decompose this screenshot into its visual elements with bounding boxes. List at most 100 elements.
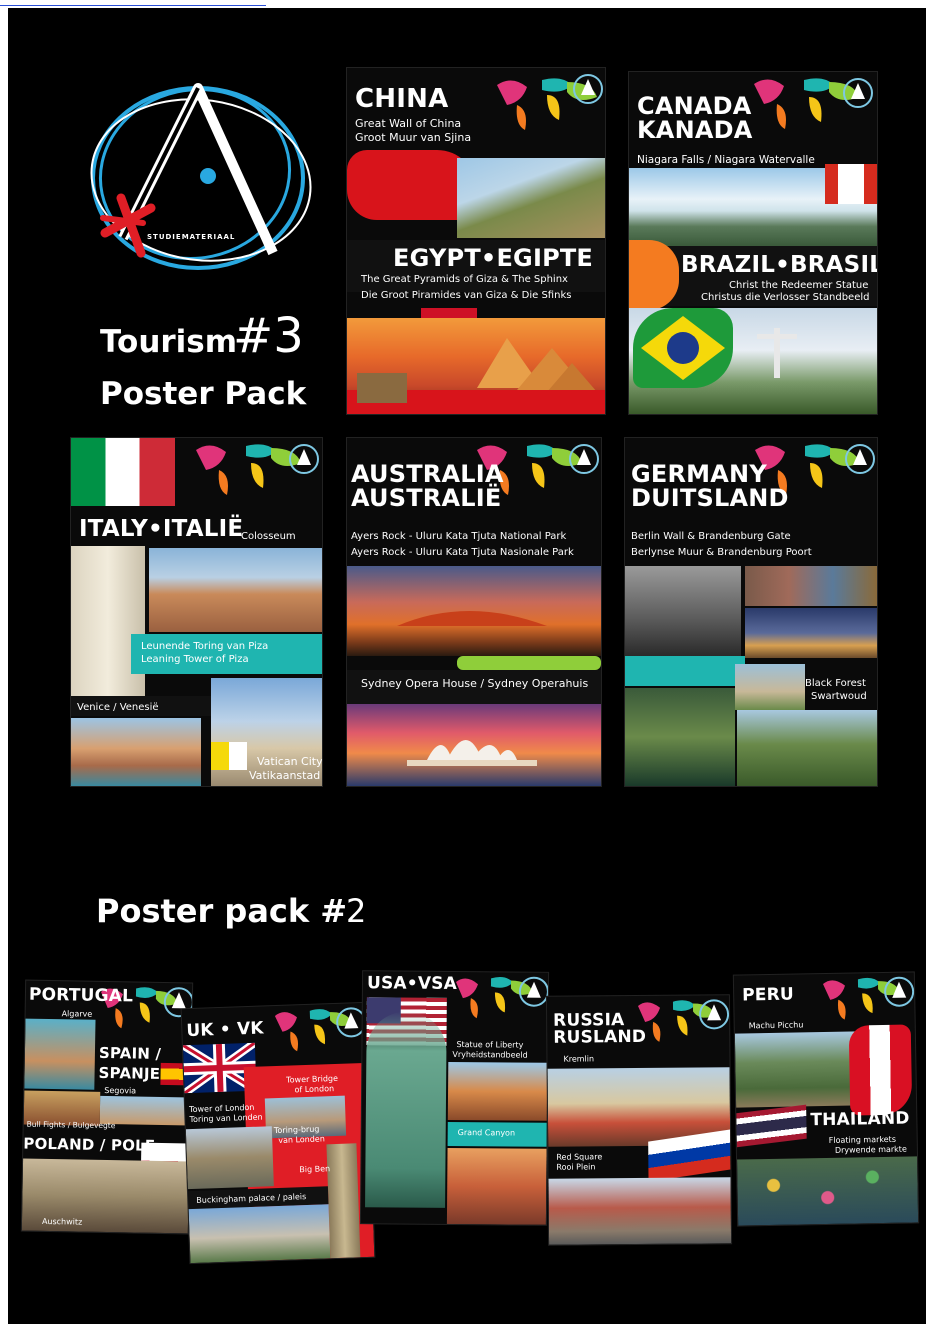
poster-caption: van Londen [278, 1134, 325, 1145]
big-ben-photo [326, 1143, 361, 1259]
poster-uk[interactable]: UK • VK Tower Bridge of London Tower of … [181, 1002, 375, 1264]
poster-germany[interactable]: GERMANY DUITSLAND Berlin Wall & Brandenb… [625, 438, 877, 786]
poster-canada-brazil[interactable]: CANADA KANADA Niagara Falls / Niagara Wa… [629, 72, 877, 414]
poster-caption: SPANJE [98, 1063, 161, 1083]
brandenburg-gate-photo [745, 608, 877, 658]
poster-caption: Die Groot Piramides van Giza & Die Sfink… [361, 290, 572, 301]
teal-band [625, 656, 745, 686]
poster-australia[interactable]: AUSTRALIA AUSTRALIË Ayers Rock - Uluru K… [347, 438, 601, 786]
poster-title: CANADA KANADA [637, 92, 753, 144]
poster-title: GERMANY DUITSLAND [631, 460, 789, 512]
tower-of-london-photo [185, 1126, 274, 1190]
poster-caption: THAILAND [810, 1108, 910, 1131]
poster-title: PORTUGAL [28, 984, 134, 1007]
uluru-photo [347, 566, 601, 656]
poster-caption: Niagara Falls / Niagara Watervalle [637, 154, 815, 166]
mini-logo-icon [569, 444, 599, 474]
poster-caption: Floating markets [828, 1134, 897, 1145]
logo-wordmark: STUDIEMATERIAAL [147, 233, 236, 241]
graffiti-wall-photo [745, 566, 877, 606]
opera-house-photo [347, 704, 601, 786]
mini-logo-icon [698, 999, 730, 1030]
poster-title: USA•VSA [366, 973, 458, 995]
poster-caption: Ayers Rock - Uluru Kata Tjuta Nasionale … [351, 547, 574, 558]
poster-caption: Grand Canyon [457, 1128, 516, 1138]
mini-logo-icon [518, 976, 549, 1007]
poster-title: RUSSIA RUSLAND [553, 1010, 647, 1048]
poster-caption: Black Forest [805, 678, 866, 689]
poster-caption: Segovia [104, 1085, 137, 1096]
poster-caption: of London [294, 1084, 335, 1095]
pack2-heading: Poster pack # [96, 892, 348, 930]
pack-subtitle: Poster Pack [100, 376, 307, 412]
poster-peru-thailand[interactable]: PERU Machu Picchu THAILAND Floating mark… [733, 972, 919, 1226]
buckingham-photo [188, 1204, 331, 1264]
poster-caption: Berlynse Muur & Brandenburg Poort [631, 547, 812, 558]
great-wall-photo [457, 158, 605, 238]
poster-title: UK • VK [186, 1018, 265, 1042]
poster-caption: Rooi Plein [556, 1162, 596, 1172]
studiemateriaal-logo: STUDIEMATERIAAL [83, 68, 313, 278]
poster-russia[interactable]: RUSSIA RUSLAND Kremlin Red Square Rooi P… [546, 995, 732, 1245]
vatican-flag [211, 742, 247, 770]
berlin-wall-photo [625, 566, 741, 656]
brazil-flag-map [633, 308, 733, 388]
poster-china-egypt[interactable]: CHINA Great Wall of China Groot Muur van… [347, 68, 605, 414]
poster-caption: Vatikaanstad [249, 769, 321, 782]
poster-caption: Bull Fights / Bulgevegte [26, 1119, 116, 1131]
mini-logo-icon [289, 444, 319, 474]
mini-logo-icon [843, 78, 873, 108]
poster-caption: Venice / Venesië [77, 702, 159, 713]
poster-title: BRAZIL•BRASILIË [681, 252, 877, 278]
poster-caption: Christus die Verlosser Standbeeld [701, 292, 870, 303]
poster-caption: Machu Picchu [748, 1020, 804, 1031]
mini-logo-icon [573, 74, 603, 104]
top-link-underline[interactable] [0, 0, 266, 6]
canada-flag [825, 164, 877, 204]
poster-caption: Christ the Redeemer Statue [729, 280, 869, 291]
poster-caption: Berlin Wall & Brandenburg Gate [631, 531, 791, 542]
poster-caption: Auschwitz [41, 1216, 83, 1227]
poster-caption: Kremlin [563, 1054, 595, 1064]
algarve-photo [24, 1018, 96, 1090]
pack-number: #3 [233, 308, 304, 364]
poster-caption: Vryheidstandbeeld [452, 1049, 528, 1060]
pack-title: Tourism [100, 324, 238, 360]
poster-title: EGYPT•EGIPTE [393, 244, 594, 272]
venice-photo [71, 718, 201, 786]
black-forest-photo [625, 688, 735, 786]
poster-caption: Great Wall of China [355, 117, 462, 130]
poster-caption: Big Ben [299, 1164, 331, 1175]
poster-portugal-spain-poland[interactable]: PORTUGAL Algarve SPAIN / SPANJE Segovia … [21, 980, 193, 1234]
poster-caption: Ayers Rock - Uluru Kata Tjuta National P… [351, 531, 567, 542]
poster-caption: Groot Muur van Sjina [355, 131, 472, 144]
grand-canyon-photo-top [447, 1061, 548, 1121]
poster-caption: POLAND / POLE [23, 1134, 156, 1155]
orange-splash [629, 240, 679, 310]
poster-italy[interactable]: ITALY•ITALIË Colosseum Leunende Toring v… [71, 438, 322, 786]
castle-photo [735, 664, 805, 710]
poster-caption: Leaning Tower of Piza [141, 654, 249, 665]
poster-caption: Sydney Opera House / Sydney Operahuis [361, 677, 589, 690]
poster-caption: The Great Pyramids of Giza & The Sphinx [361, 274, 568, 285]
poster-caption: Algarve [61, 1009, 93, 1019]
mini-logo-icon [883, 976, 915, 1007]
poster-caption: Vatican City [257, 755, 322, 768]
poster-usa[interactable]: USA•VSA Statue of Liberty Vryheidstandbe… [360, 971, 549, 1225]
italy-flag [71, 438, 175, 506]
poster-caption: Statue of Liberty [456, 1040, 524, 1050]
forest-house-photo [737, 710, 877, 786]
floating-market-photo [737, 1156, 919, 1226]
poster-title: ITALY•ITALIË [79, 516, 244, 542]
pack2-number: 2 [346, 892, 367, 930]
grand-canyon-photo [446, 1147, 547, 1225]
poster-caption: SPAIN / [98, 1043, 162, 1063]
statue-of-liberty-photo [365, 1011, 447, 1208]
pyramids-photo [347, 318, 605, 414]
red-square-photo [548, 1177, 732, 1245]
poster-caption: Red Square [556, 1152, 603, 1162]
peru-flag-map [848, 1024, 913, 1116]
colosseum-photo [149, 548, 322, 632]
poster-title: AUSTRALIA AUSTRALIË [351, 460, 504, 512]
poster-pack-canvas: STUDIEMATERIAAL Tourism #3 Poster Pack C… [8, 8, 926, 1324]
